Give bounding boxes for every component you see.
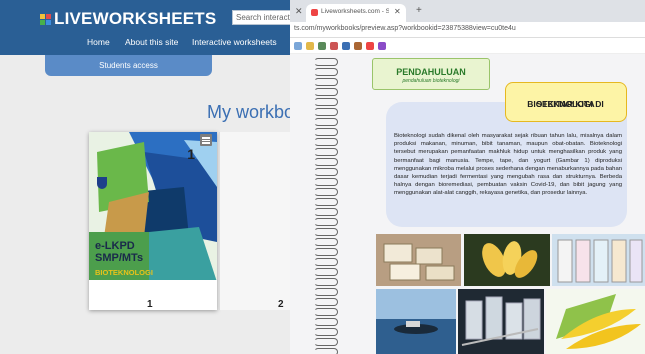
spiral-ring bbox=[314, 348, 338, 354]
spiral-ring bbox=[314, 128, 338, 136]
spiral-ring bbox=[314, 318, 338, 326]
bookmark-icon[interactable] bbox=[354, 42, 362, 50]
corn-photo bbox=[546, 289, 645, 354]
site-header: LIVEWORKSHEETS Search interact Home Abou… bbox=[0, 0, 290, 55]
tape-photo bbox=[464, 234, 550, 286]
spiral-ring bbox=[314, 58, 338, 66]
spiral-ring bbox=[314, 168, 338, 176]
liveworksheets-panel: LIVEWORKSHEETS Search interact Home Abou… bbox=[0, 0, 290, 354]
tempe-photo bbox=[376, 234, 461, 286]
tab-close-icon[interactable]: ✕ bbox=[394, 7, 401, 16]
browser-panel: ✕ Liveworksheets.com - Student w ✕ + ts.… bbox=[290, 0, 645, 354]
bookmark-icon[interactable] bbox=[366, 42, 374, 50]
spiral-ring bbox=[314, 68, 338, 76]
spiral-ring bbox=[314, 188, 338, 196]
book-cover-footer bbox=[89, 280, 217, 310]
section-title-line2: SEKITAR KITA bbox=[536, 99, 595, 109]
search-input[interactable]: Search interact bbox=[232, 10, 290, 25]
spiral-ring bbox=[314, 148, 338, 156]
spiral-ring bbox=[314, 98, 338, 106]
body-text: Bioteknologi sudah dikenal oleh masyarak… bbox=[394, 133, 622, 197]
browser-tab[interactable]: Liveworksheets.com - Student w ✕ bbox=[306, 4, 406, 22]
spiral-ring bbox=[314, 138, 338, 146]
site-logo[interactable]: LIVEWORKSHEETS bbox=[40, 9, 216, 29]
spiral-ring bbox=[314, 78, 338, 86]
spiral-ring bbox=[314, 258, 338, 266]
spiral-ring bbox=[314, 338, 338, 346]
spiral-ring bbox=[314, 328, 338, 336]
spiral-ring bbox=[314, 118, 338, 126]
spiral-binding bbox=[310, 54, 340, 354]
spiral-ring bbox=[314, 108, 338, 116]
logo-grid-icon bbox=[40, 13, 51, 25]
section-title-box: BIOTEKNOLOGI DI SEKITAR KITA bbox=[505, 82, 627, 122]
bookmark-icon[interactable] bbox=[294, 42, 302, 50]
tab-title: Liveworksheets.com - Student w bbox=[321, 8, 389, 15]
spiral-ring bbox=[314, 248, 338, 256]
bookmark-icon[interactable] bbox=[306, 42, 314, 50]
spiral-ring bbox=[314, 278, 338, 286]
students-access-button[interactable]: Students access bbox=[45, 55, 212, 76]
workbook-cover[interactable]: 1 e-LKPD SMP/MTs BIOTEKNOLOGI bbox=[89, 132, 217, 310]
book-menu-icon[interactable] bbox=[200, 134, 212, 146]
spiral-ring bbox=[314, 308, 338, 316]
tab-bar: ✕ Liveworksheets.com - Student w ✕ + bbox=[290, 0, 645, 22]
spiral-ring bbox=[314, 218, 338, 226]
url-text: ts.com/myworkbooks/preview.asp?workbooki… bbox=[294, 25, 516, 32]
favicon-icon bbox=[311, 9, 318, 16]
book-position-label: 1 bbox=[147, 299, 153, 310]
nav-about[interactable]: About this site bbox=[125, 37, 178, 47]
address-bar[interactable]: ts.com/myworkbooks/preview.asp?workbooki… bbox=[290, 22, 645, 38]
book-title-line2: SMP/MTs bbox=[95, 252, 144, 264]
new-tab-icon[interactable]: + bbox=[416, 5, 422, 16]
school-emblem-icon bbox=[97, 177, 107, 189]
spiral-ring bbox=[314, 178, 338, 186]
bookmark-icon[interactable] bbox=[330, 42, 338, 50]
banner-label: PENDAHULUAN bbox=[396, 67, 466, 77]
vaccine-photo bbox=[458, 289, 544, 354]
book2-position-label: 2 bbox=[278, 299, 284, 310]
book-cover-number: 1 bbox=[187, 146, 195, 162]
bookmark-icon[interactable] bbox=[342, 42, 350, 50]
yogurt-photo bbox=[552, 234, 645, 286]
screenshot-root: LIVEWORKSHEETS Search interact Home Abou… bbox=[0, 0, 645, 354]
spiral-ring bbox=[314, 268, 338, 276]
workbook-slot-2[interactable] bbox=[219, 132, 290, 310]
nav-interactive-worksheets[interactable]: Interactive worksheets bbox=[192, 37, 277, 47]
spiral-ring bbox=[314, 228, 338, 236]
nav-home[interactable]: Home bbox=[87, 37, 110, 47]
page-title: My workbo bbox=[207, 102, 290, 122]
spiral-ring bbox=[314, 198, 338, 206]
book-title-line1: e-LKPD bbox=[95, 240, 135, 252]
spiral-ring bbox=[314, 298, 338, 306]
banner-sublabel: pendahuluan bioteknologi bbox=[402, 78, 460, 84]
close-icon[interactable]: ✕ bbox=[295, 6, 303, 17]
spiral-ring bbox=[314, 88, 338, 96]
spiral-ring bbox=[314, 158, 338, 166]
book-subtitle: BIOTEKNOLOGI bbox=[95, 268, 153, 277]
bookmark-icon[interactable] bbox=[318, 42, 326, 50]
book-title: e-LKPD SMP/MTs bbox=[95, 240, 143, 264]
spiral-ring bbox=[314, 238, 338, 246]
bookmark-icon[interactable] bbox=[378, 42, 386, 50]
bioremediation-photo bbox=[376, 289, 456, 354]
spiral-ring bbox=[314, 288, 338, 296]
spiral-ring bbox=[314, 208, 338, 216]
logo-text: LIVEWORKSHEETS bbox=[54, 9, 217, 28]
pendahuluan-banner: PENDAHULUAN pendahuluan bioteknologi bbox=[372, 58, 490, 90]
main-nav: Home About this site Interactive workshe… bbox=[0, 37, 290, 51]
workbook-page: PENDAHULUAN pendahuluan bioteknologi BIO… bbox=[290, 54, 645, 354]
bookmarks-bar bbox=[290, 38, 645, 54]
